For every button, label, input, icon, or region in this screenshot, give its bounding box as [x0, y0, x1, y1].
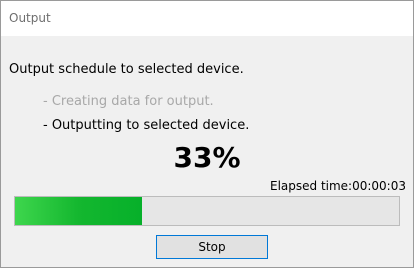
stop-button[interactable]: Stop	[156, 235, 268, 259]
step-outputting: - Outputting to selected device.	[43, 118, 250, 133]
title-bar[interactable]: Output	[1, 1, 413, 36]
progress-bar-fill	[15, 197, 142, 225]
step-creating-data: - Creating data for output.	[43, 94, 214, 109]
output-dialog: Output Output schedule to selected devic…	[0, 0, 414, 268]
window-title: Output	[9, 11, 51, 25]
progress-percent: 33%	[173, 141, 241, 174]
elapsed-time: Elapsed time:00:00:03	[269, 179, 406, 193]
progress-bar	[14, 196, 400, 226]
status-message: Output schedule to selected device.	[9, 62, 244, 77]
